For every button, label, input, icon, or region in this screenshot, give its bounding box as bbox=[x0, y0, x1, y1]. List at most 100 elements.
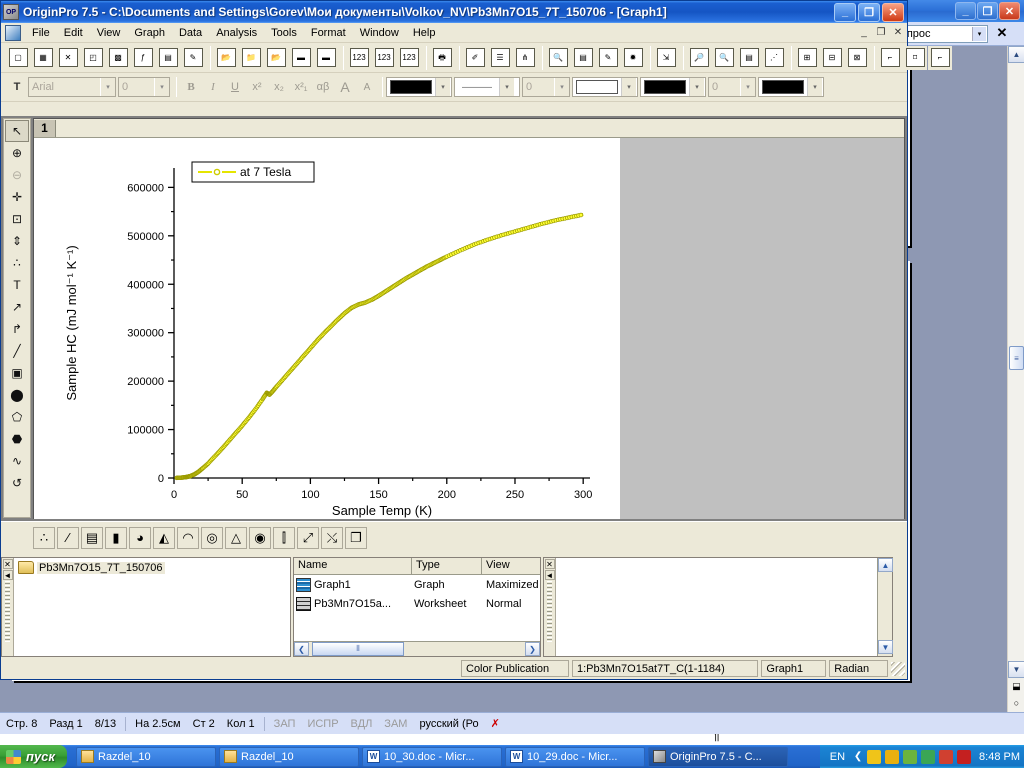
column-plot-button[interactable]: ▮ bbox=[105, 526, 127, 549]
pie-chart-button[interactable]: ◕ bbox=[129, 526, 151, 549]
new-worksheet-button[interactable]: ▦ bbox=[31, 45, 55, 70]
underline-button[interactable]: U bbox=[224, 77, 246, 97]
script-window-button[interactable]: ✎ bbox=[596, 45, 620, 70]
scroll-down-button[interactable]: ▼ bbox=[1008, 661, 1024, 678]
contents-horizontal-scrollbar[interactable]: ❮ ⦀ ❯ bbox=[294, 641, 540, 656]
3d-surface-button[interactable]: ◉ bbox=[249, 526, 271, 549]
column-header-view[interactable]: View bbox=[482, 558, 540, 574]
resize-grip[interactable] bbox=[891, 661, 905, 676]
new-graph-button[interactable]: ◰ bbox=[81, 45, 105, 70]
start-button[interactable]: пуск bbox=[0, 745, 67, 768]
font-size-combo[interactable]: 0 ▾ bbox=[118, 77, 170, 97]
scroll-down-button[interactable]: ▼ bbox=[878, 640, 893, 654]
project-explorer-button[interactable]: 🔍 bbox=[546, 45, 570, 70]
menu-help[interactable]: Help bbox=[406, 25, 443, 41]
curved-arrow-tool[interactable]: ↱ bbox=[5, 318, 29, 340]
new-notes-button[interactable]: ✎ bbox=[181, 45, 205, 70]
minimize-button[interactable]: _ bbox=[834, 2, 856, 22]
collapse-icon[interactable]: ◄ bbox=[544, 570, 555, 580]
chevron-down-icon[interactable]: ▾ bbox=[621, 78, 636, 96]
rectangle-tool[interactable]: ▣ bbox=[5, 362, 29, 384]
column-header-name[interactable]: Name bbox=[294, 558, 412, 574]
mdi-minimize-button[interactable]: _ bbox=[856, 26, 872, 40]
zoom-in-button[interactable]: 🔎 bbox=[687, 45, 711, 70]
greek-button[interactable]: αβ bbox=[312, 77, 334, 97]
add-right-axis-button[interactable]: ⌑ bbox=[903, 45, 927, 70]
template-library-button[interactable]: ❐ bbox=[345, 526, 367, 549]
menu-format[interactable]: Format bbox=[304, 25, 353, 41]
scroll-thumb[interactable]: ⦀ bbox=[312, 642, 404, 656]
taskbar-button-3[interactable]: W 10_30.doc - Micr... bbox=[362, 746, 502, 767]
contents-rows[interactable]: Graph1 Graph Maximized Pb3Mn7O15a... Wor… bbox=[294, 575, 540, 641]
collapse-icon[interactable]: ◄ bbox=[2, 570, 13, 580]
line-symbol-plot-button[interactable]: ⁄ bbox=[57, 526, 79, 549]
data-display-button[interactable]: ▤ bbox=[737, 45, 761, 70]
tray-icon-media[interactable] bbox=[939, 749, 954, 764]
scroll-thumb[interactable]: ≡ bbox=[1009, 346, 1024, 370]
clock[interactable]: 8:48 PM bbox=[973, 751, 1020, 763]
chevron-down-icon[interactable]: ▾ bbox=[100, 78, 115, 96]
new-project-button[interactable]: ▢ bbox=[6, 45, 30, 70]
project-tree[interactable]: Pb3Mn7O15_7T_150706 bbox=[14, 558, 290, 656]
chevron-down-icon[interactable]: ▾ bbox=[499, 78, 514, 96]
font-name-combo[interactable]: Arial ▾ bbox=[28, 77, 116, 97]
chevron-down-icon[interactable]: ▾ bbox=[972, 27, 986, 41]
layer-contents-button[interactable]: ⋔ bbox=[513, 45, 537, 70]
menu-window[interactable]: Window bbox=[353, 25, 406, 41]
word-status-language[interactable]: русский (Ро bbox=[413, 718, 484, 730]
polar-plot-button[interactable]: ◎ bbox=[201, 526, 223, 549]
open-excel-button[interactable]: 📂 bbox=[264, 45, 288, 70]
fill-color-combo[interactable]: ▾ bbox=[640, 77, 706, 97]
drag-handle[interactable] bbox=[5, 581, 10, 643]
open-template-button[interactable]: 📁 bbox=[239, 45, 263, 70]
menu-graph[interactable]: Graph bbox=[127, 25, 172, 41]
tray-icon-warning[interactable] bbox=[885, 749, 900, 764]
menu-view[interactable]: View bbox=[90, 25, 128, 41]
drag-handle[interactable] bbox=[547, 581, 552, 643]
pattern-color-combo[interactable]: ▾ bbox=[758, 77, 824, 97]
decrease-font-button[interactable]: A bbox=[356, 77, 378, 97]
area-plot-button[interactable]: ◭ bbox=[153, 526, 175, 549]
word-minimize-button[interactable]: _ bbox=[955, 2, 976, 20]
word-status-trk[interactable]: ИСПР bbox=[301, 718, 344, 730]
layer-tab-1[interactable]: 1 bbox=[34, 119, 56, 137]
line-style-combo[interactable]: ——— ▾ bbox=[454, 77, 520, 97]
taskbar-button-4[interactable]: W 10_29.doc - Micr... bbox=[505, 746, 645, 767]
table-row[interactable]: Pb3Mn7O15a... Worksheet Normal bbox=[294, 594, 540, 613]
merge-graph-button[interactable]: ⊞ bbox=[795, 45, 819, 70]
word-status-ovr[interactable]: ЗАМ bbox=[378, 718, 413, 730]
taskbar-button-1[interactable]: Razdel_10 bbox=[76, 746, 216, 767]
save-project-button[interactable]: ▬ bbox=[289, 45, 313, 70]
add-text-button[interactable]: ✐ bbox=[463, 45, 487, 70]
pointer-tool[interactable]: ↖ bbox=[5, 120, 29, 142]
results-log-content[interactable] bbox=[556, 558, 877, 656]
scatter-plot-button[interactable]: ∴ bbox=[33, 526, 55, 549]
results-log-button[interactable]: ▤ bbox=[571, 45, 595, 70]
graph-canvas[interactable]: 0 100000 200000 300000 400000 500000 600000 0 5… bbox=[34, 138, 620, 519]
bar-plot-button[interactable]: ▤ bbox=[81, 526, 103, 549]
vertical-drop-button[interactable]: ⫿ bbox=[273, 526, 295, 549]
zoom-in-tool[interactable]: ⊕ bbox=[5, 142, 29, 164]
chevron-down-icon[interactable]: ▾ bbox=[689, 78, 704, 96]
arrange-layers-6-button[interactable]: ⊠ bbox=[845, 45, 869, 70]
mdi-close-button[interactable]: ✕ bbox=[890, 26, 906, 40]
pattern-width-combo[interactable]: 0 ▾ bbox=[708, 77, 756, 97]
data-selector-button[interactable]: ⋰ bbox=[762, 45, 786, 70]
chevron-down-icon[interactable]: ▾ bbox=[554, 78, 569, 96]
data-selector-tool[interactable]: ∴ bbox=[5, 252, 29, 274]
close-icon[interactable]: ✕ bbox=[2, 559, 13, 569]
spellcheck-icon[interactable]: ✗ bbox=[485, 717, 506, 730]
close-icon[interactable]: ✕ bbox=[544, 559, 555, 569]
chevron-down-icon[interactable]: ▾ bbox=[154, 78, 169, 96]
ellipse-tool[interactable]: ⬤ bbox=[5, 384, 29, 406]
menu-edit[interactable]: Edit bbox=[57, 25, 90, 41]
menu-file[interactable]: File bbox=[25, 25, 57, 41]
legend[interactable]: at 7 Tesla bbox=[191, 161, 315, 183]
crosshair-tool[interactable]: ✛ bbox=[5, 186, 29, 208]
scale-in-button[interactable]: ⇲ bbox=[654, 45, 678, 70]
add-bottom-left-axes-button[interactable]: ⌐ bbox=[878, 45, 902, 70]
scroll-up-button[interactable]: ▲ bbox=[1008, 46, 1024, 63]
chevron-down-icon[interactable]: ▾ bbox=[740, 78, 755, 96]
project-tree-panel[interactable]: ✕ ◄ Pb3Mn7O15_7T_150706 bbox=[1, 557, 291, 657]
line-tool[interactable]: ╱ bbox=[5, 340, 29, 362]
